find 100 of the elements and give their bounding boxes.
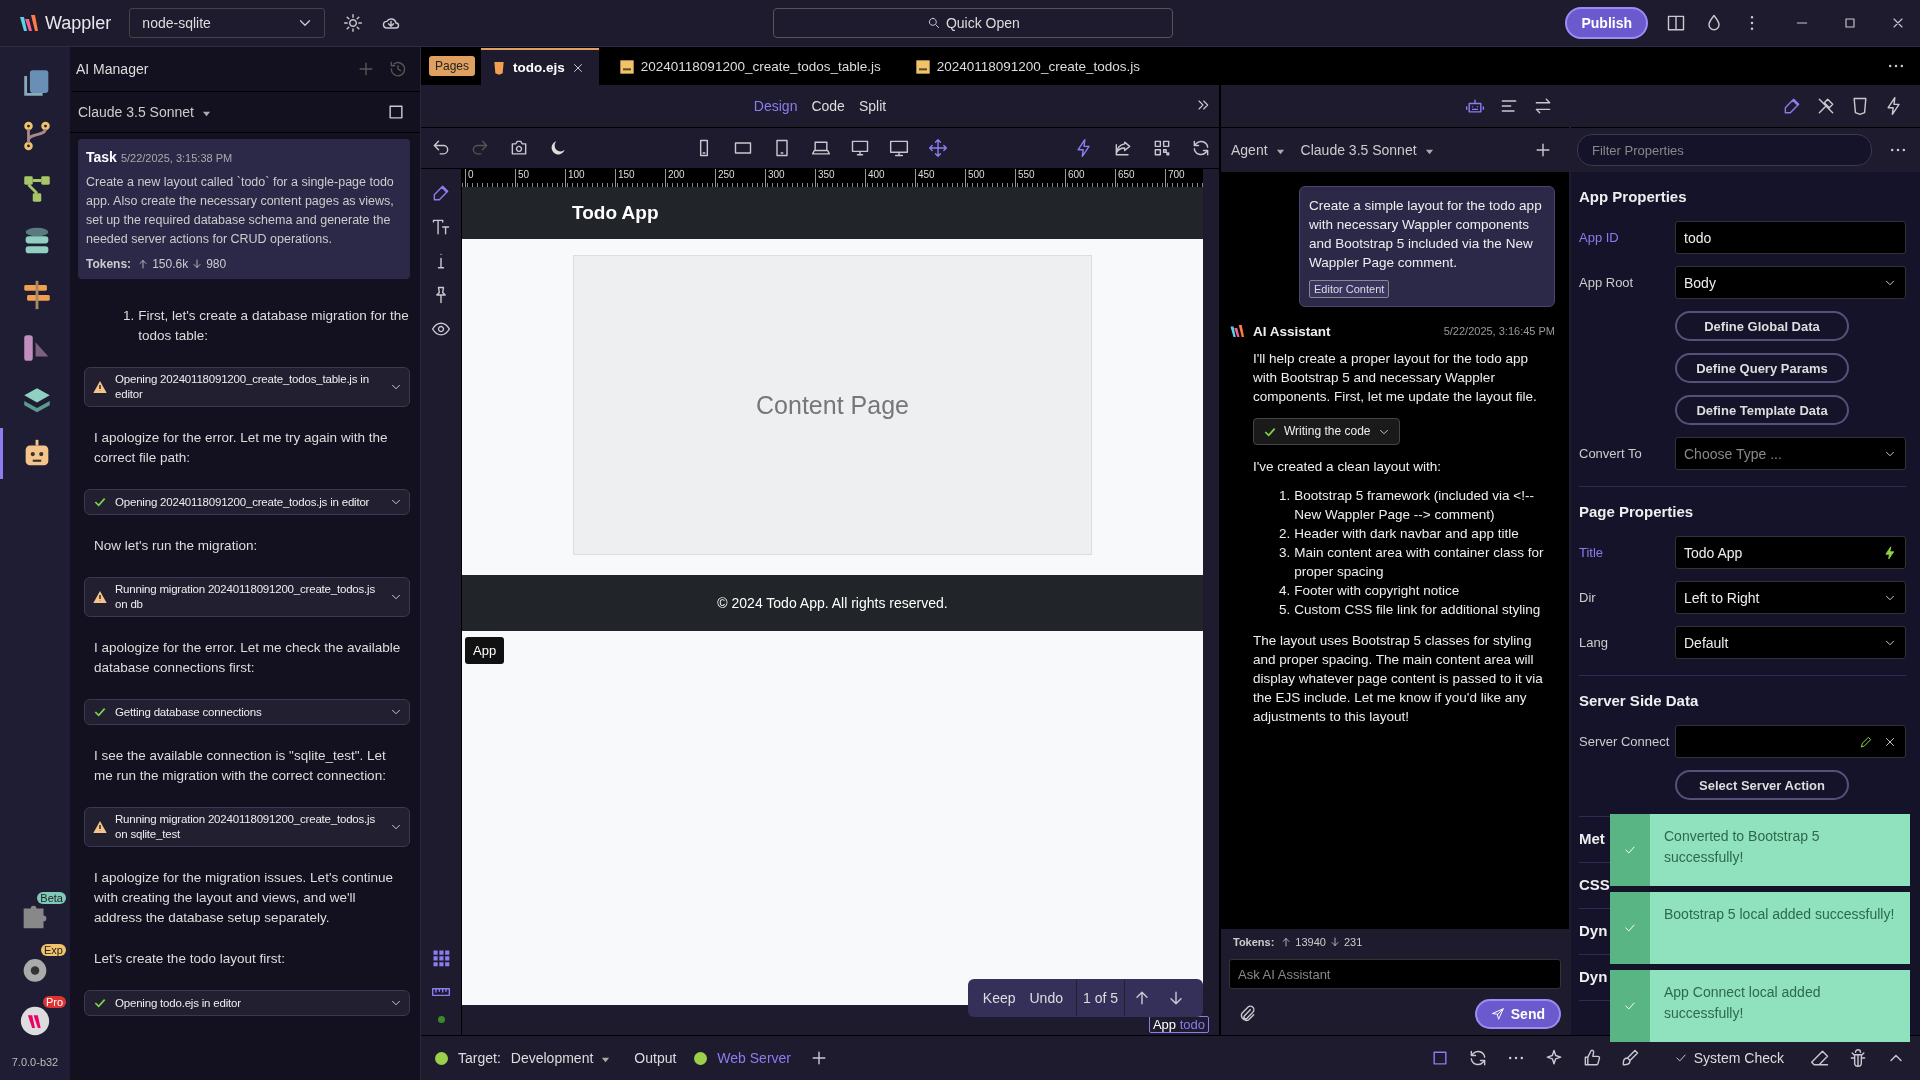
- mode-select[interactable]: Agent: [1231, 142, 1285, 158]
- timestamp: 5/22/2025, 3:15:38 PM: [120, 152, 233, 164]
- file-tab[interactable]: 20240118091200_create_todos.js: [904, 48, 1154, 85]
- edit-icon[interactable]: [431, 183, 451, 203]
- undo-icon[interactable]: [431, 138, 451, 158]
- task-text: Create a new layout called `todo` for a single-page todo app. Also create the necessary content pages as views, set up the required database schema and generate the needed server actions for CRUD operations.: [86, 174, 395, 248]
- system-check-button[interactable]: System Check: [1665, 1050, 1784, 1066]
- desktop-icon[interactable]: [850, 138, 870, 158]
- property-button[interactable]: Define Global Data: [1675, 311, 1849, 341]
- view-tab[interactable]: Design: [753, 98, 798, 114]
- context-chip[interactable]: Editor Content: [1309, 280, 1390, 298]
- text-icon[interactable]: [431, 217, 451, 237]
- refresh-icon[interactable]: [1191, 138, 1211, 158]
- message-text: I apologize for the error. Let me try again with the correct file path:: [93, 429, 389, 467]
- pencil-icon[interactable]: [1859, 734, 1873, 749]
- output-tab[interactable]: Output: [634, 1050, 677, 1066]
- model-select[interactable]: Claude 3.5 Sonnet: [78, 104, 211, 120]
- section-title: CSS: [1579, 876, 1610, 893]
- keep-button[interactable]: Keep: [975, 990, 1023, 1006]
- property-button[interactable]: Select Server Action: [1675, 770, 1849, 800]
- logo-icon: [1229, 323, 1247, 339]
- target-label: Target:: [458, 1050, 501, 1066]
- web-server-tab[interactable]: Web Server: [717, 1050, 791, 1066]
- action-card[interactable]: Getting database connections: [84, 699, 410, 725]
- publish-button[interactable]: Publish: [1565, 7, 1648, 39]
- move-icon[interactable]: [928, 138, 948, 158]
- project-select[interactable]: node-sqlite: [129, 8, 326, 38]
- select-field[interactable]: Default: [1675, 626, 1906, 659]
- split-view-icon[interactable]: [1666, 13, 1686, 33]
- property-label: Lang: [1579, 635, 1609, 650]
- maximize-icon[interactable]: [1842, 15, 1858, 31]
- text-field[interactable]: Todo App: [1675, 536, 1906, 569]
- text-field[interactable]: todo: [1675, 221, 1906, 254]
- section-title: Dyn: [1579, 922, 1608, 939]
- file-tab[interactable]: 20240118091200_create_todos_table.js: [608, 48, 895, 85]
- send-button[interactable]: Send: [1474, 999, 1561, 1029]
- monitor-icon[interactable]: [889, 138, 909, 158]
- message-text: Now let's run the migration:: [93, 537, 259, 555]
- action-card[interactable]: Opening 20240118091200_create_todos.js in editor: [84, 489, 410, 515]
- select-field[interactable]: Body: [1675, 266, 1906, 299]
- toast-message: App Connect local added successfully!: [1663, 983, 1822, 1023]
- app-logo: Wappler: [45, 12, 112, 34]
- arrow-down-icon: [191, 258, 204, 270]
- tokens-label: Tokens:: [86, 257, 132, 271]
- checkbox-icon[interactable]: [386, 102, 406, 122]
- js-file-icon: [618, 58, 635, 75]
- file-tab[interactable]: todo.ejs: [481, 48, 599, 85]
- timestamp: 5/22/2025, 3:16:45 PM: [1443, 325, 1555, 337]
- undo-button[interactable]: Undo: [1022, 990, 1070, 1006]
- action-card[interactable]: Running migration 20240118091200_create_todos.js on db: [84, 577, 410, 617]
- status-dot: [435, 1051, 448, 1065]
- model-select[interactable]: Claude 3.5 Sonnet: [1300, 142, 1434, 158]
- view-tab[interactable]: Code: [811, 98, 845, 114]
- select-field[interactable]: Left to Right: [1675, 581, 1906, 614]
- action-card[interactable]: Opening todo.ejs in editor: [84, 990, 410, 1016]
- list-number: 5.: [1279, 601, 1291, 619]
- tokens-out: 980: [206, 257, 227, 271]
- action-card[interactable]: Running migration 20240118091200_create_todos.js on sqlite_test: [84, 807, 410, 847]
- property-button[interactable]: Define Template Data: [1675, 395, 1849, 425]
- grid-icon[interactable]: [431, 948, 451, 968]
- swap-icon[interactable]: [1533, 96, 1553, 116]
- section-title: Dyn: [1579, 968, 1608, 985]
- property-button[interactable]: Define Query Params: [1675, 353, 1849, 383]
- badge: Beta: [37, 892, 66, 904]
- message-input[interactable]: Ask AI Assistant: [1229, 959, 1561, 989]
- quick-open-button[interactable]: Quick Open: [773, 8, 1174, 38]
- tokens-label: Tokens:: [1233, 936, 1275, 948]
- section-title: Page Properties: [1579, 503, 1694, 520]
- list-item-text: Bootstrap 5 framework (included via <!-- New Wappler Page --> comment): [1294, 487, 1535, 524]
- filter-field[interactable]: Filter Properties: [1577, 134, 1872, 166]
- property-label: Title: [1579, 545, 1605, 560]
- select-field[interactable]: Choose Type ...: [1675, 437, 1906, 470]
- lightning-icon[interactable]: [1883, 545, 1897, 560]
- action-field[interactable]: [1675, 725, 1906, 758]
- eraser-icon[interactable]: [1810, 1048, 1830, 1068]
- version-label: 7.0.0-b32: [11, 1055, 59, 1070]
- tokens-out: 231: [1343, 936, 1363, 948]
- action-text: Opening 20240118091200_create_todos.js in editor: [115, 494, 371, 510]
- message-text: The layout uses Bootstrap 5 classes for styling and proper spacing. The main content area will display whatever page content is passed to it via the EJS include. Let me know if you'd like any adjustments to this layout!: [1253, 632, 1544, 726]
- property-label: Server Connect: [1579, 734, 1671, 749]
- message-text: I apologize for the error. Let me check the available database connections first:: [93, 639, 402, 677]
- placeholder-title: Content Page: [756, 390, 909, 420]
- laptop-icon[interactable]: [811, 138, 831, 158]
- action-text: Opening todo.ejs in editor: [115, 995, 242, 1011]
- pages-button[interactable]: Pages: [429, 56, 476, 76]
- step-pill[interactable]: Writing the code: [1253, 418, 1400, 445]
- target-select[interactable]: Development: [510, 1050, 611, 1066]
- toast-message: Bootstrap 5 local added successfully!: [1663, 905, 1896, 924]
- edit-icon[interactable]: [1782, 96, 1802, 116]
- bug-icon[interactable]: [1848, 1048, 1868, 1068]
- arrow-up-icon: [1280, 936, 1293, 948]
- history-icon[interactable]: [388, 59, 408, 79]
- navbar-title: Todo App: [572, 202, 659, 224]
- section-title: Server Side Data: [1579, 692, 1699, 709]
- qr-code-icon[interactable]: [1152, 138, 1172, 158]
- action-card[interactable]: Opening 20240118091200_create_todos_table.js in editor: [84, 367, 410, 407]
- ruler: 0 50 100 150 200 250 300 350 400 450 500 550 600 650 700: [462, 169, 1203, 187]
- camera-icon[interactable]: [509, 138, 529, 158]
- view-tab[interactable]: Split: [858, 98, 887, 114]
- account-icon[interactable]: [18, 1004, 52, 1038]
